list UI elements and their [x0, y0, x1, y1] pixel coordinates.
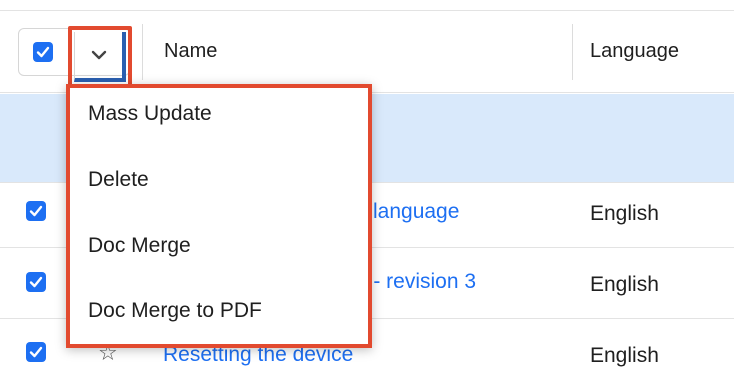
- checkmark-icon: [36, 46, 50, 58]
- bulk-actions-menu: Mass Update Delete Doc Merge Doc Merge t…: [66, 84, 372, 348]
- record-name-link[interactable]: language: [373, 200, 459, 224]
- menu-item-doc-merge[interactable]: Doc Merge: [88, 234, 191, 258]
- checkmark-icon: [29, 276, 43, 288]
- record-language: English: [590, 202, 659, 225]
- chevron-down-icon: [91, 50, 106, 60]
- column-header-language[interactable]: Language: [590, 40, 679, 63]
- bulk-actions-dropdown-button[interactable]: [68, 26, 132, 88]
- menu-item-delete[interactable]: Delete: [88, 168, 149, 192]
- record-name-link[interactable]: y - revision 3: [357, 270, 476, 294]
- checkmark-icon: [29, 346, 43, 358]
- select-all-checkbox[interactable]: [33, 42, 53, 62]
- record-language: English: [590, 273, 659, 296]
- row-checkbox[interactable]: [26, 342, 46, 362]
- row-checkbox[interactable]: [26, 201, 46, 221]
- checkmark-icon: [29, 205, 43, 217]
- column-divider: [572, 24, 573, 80]
- table-header: Name Language: [0, 10, 734, 94]
- row-checkbox[interactable]: [26, 272, 46, 292]
- column-divider: [142, 24, 143, 80]
- menu-item-mass-update[interactable]: Mass Update: [88, 102, 212, 126]
- record-language: English: [590, 344, 659, 367]
- menu-item-doc-merge-to-pdf[interactable]: Doc Merge to PDF: [88, 299, 262, 323]
- column-header-name[interactable]: Name: [164, 40, 217, 63]
